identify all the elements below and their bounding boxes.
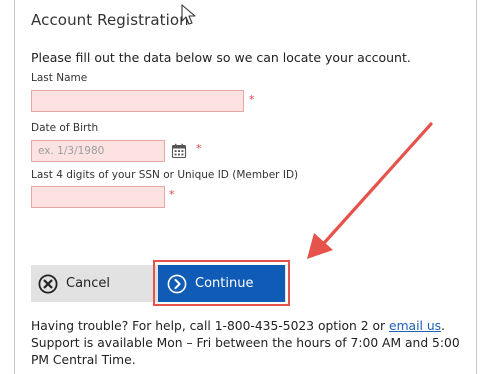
last-name-input[interactable] (31, 90, 244, 112)
continue-button[interactable]: Continue (158, 265, 285, 302)
page-title: Account Registration (31, 11, 189, 29)
close-circle-icon (38, 273, 58, 294)
chevron-right-circle-icon (167, 274, 187, 293)
calendar-icon[interactable] (171, 143, 187, 159)
dob-label: Date of Birth (31, 122, 99, 134)
ssn-input[interactable] (31, 186, 165, 208)
mouse-pointer-icon (181, 4, 196, 25)
continue-button-label: Continue (195, 276, 254, 291)
cancel-button-label: Cancel (66, 276, 111, 291)
email-us-link[interactable]: email us (389, 319, 441, 333)
last-name-label: Last Name (31, 72, 88, 84)
required-marker: * (249, 93, 255, 106)
help-text: Having trouble? For help, call 1-800-435… (31, 318, 471, 369)
dob-input[interactable] (31, 140, 165, 162)
required-marker: * (169, 188, 175, 201)
ssn-label: Last 4 digits of your SSN or Unique ID (… (31, 169, 299, 181)
instructions-text: Please fill out the data below so we can… (31, 50, 411, 65)
cancel-button[interactable]: Cancel (31, 265, 152, 302)
required-marker: * (196, 142, 202, 155)
help-text-prefix: Having trouble? For help, call 1-800-435… (31, 319, 389, 333)
